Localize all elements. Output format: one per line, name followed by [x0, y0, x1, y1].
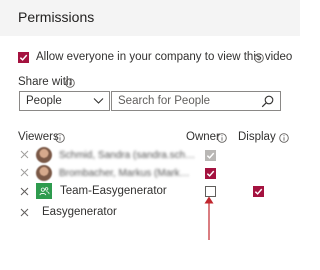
info-icon[interactable]: [65, 78, 75, 88]
checkmark-icon: [19, 54, 28, 61]
checkmark-icon: [206, 170, 215, 177]
viewer-name: Team-Easygenerator: [60, 185, 167, 197]
display-checkbox[interactable]: [253, 186, 264, 197]
people-search-input[interactable]: [112, 92, 263, 110]
viewer-name: Schmid, Sandra (sandra.sch…: [59, 150, 196, 161]
info-icon[interactable]: [279, 133, 289, 143]
info-icon[interactable]: [254, 53, 264, 63]
remove-viewer-icon[interactable]: [20, 208, 29, 217]
viewers-column-header: Viewers: [18, 131, 59, 143]
panel-header: Permissions: [0, 0, 300, 36]
info-icon[interactable]: [217, 133, 227, 143]
remove-viewer-icon[interactable]: [20, 168, 29, 177]
search-icon[interactable]: [261, 95, 274, 108]
info-icon[interactable]: [55, 133, 65, 143]
remove-viewer-icon[interactable]: [20, 150, 29, 159]
panel-title: Permissions: [18, 9, 95, 25]
avatar: [36, 165, 52, 181]
chevron-down-icon: [93, 98, 104, 104]
owner-checkbox[interactable]: [205, 168, 216, 179]
remove-viewer-icon[interactable]: [20, 187, 29, 196]
viewer-name: Brombacher, Markus (Mark…: [59, 168, 190, 179]
annotation-arrow: [204, 196, 214, 240]
allow-everyone-checkbox[interactable]: [18, 52, 29, 63]
group-avatar: [36, 183, 52, 199]
group-icon: [39, 186, 49, 195]
owner-checkbox: [205, 150, 216, 161]
owner-column-header: Owner: [186, 131, 220, 143]
share-with-dropdown[interactable]: People: [19, 91, 110, 111]
viewer-name: Easygenerator: [42, 206, 117, 218]
checkmark-icon: [206, 152, 215, 159]
display-column-header: Display: [238, 131, 276, 143]
people-search-box[interactable]: [111, 91, 281, 111]
avatar: [36, 147, 52, 163]
checkmark-icon: [254, 188, 263, 195]
share-with-dropdown-value: People: [26, 95, 62, 107]
